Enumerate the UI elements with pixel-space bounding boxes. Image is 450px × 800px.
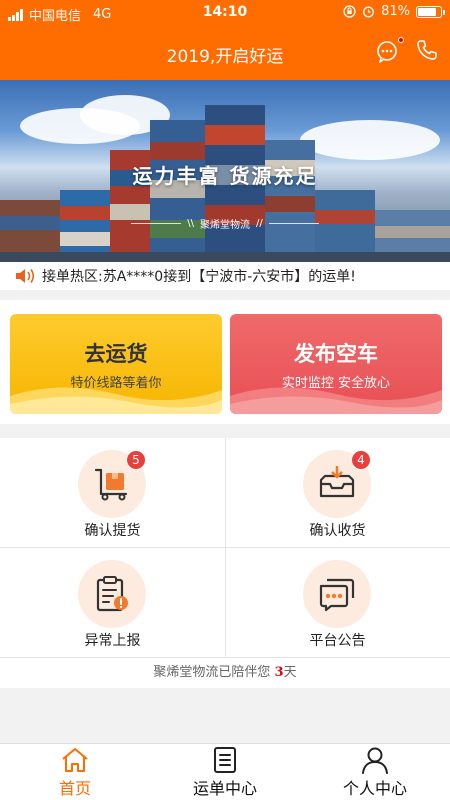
companion-note-prefix: 聚烯堂物流已陪伴您 [153, 665, 275, 680]
hero-banner[interactable]: 运力丰富 货源充足 \\ 聚烯堂物流 // [0, 80, 450, 262]
company-companion-note: 聚烯堂物流已陪伴您 3天 [0, 658, 450, 688]
waybill-icon [214, 747, 236, 773]
tab-label: 运单中心 [192, 779, 257, 798]
pickup-count-badge: 5 [126, 450, 146, 470]
grid-item-confirm-receipt[interactable]: 4 确认收货 [225, 438, 450, 547]
banner-slogan: 运力丰富 货源充足 [132, 164, 318, 188]
tab-waybill-center[interactable]: 运单中心 [150, 744, 300, 800]
tab-label: 个人中心 [342, 779, 407, 798]
bottom-tab-bar: 首页 运单中心 个人中心 [0, 743, 450, 800]
order-ticker[interactable]: 接单热区:苏A****0接到【宁波市-六安市】的运单! [0, 262, 450, 290]
grid-item-confirm-pickup[interactable]: 5 确认提货 [0, 438, 225, 547]
home-icon [62, 748, 88, 772]
user-icon [362, 747, 388, 774]
tab-home[interactable]: 首页 [0, 744, 150, 800]
grid-item-label: 平台公告 [309, 633, 366, 649]
banner-brand: \\ 聚烯堂物流 // [0, 216, 450, 231]
quick-actions: 去运货 特价线路等着你 发布空车 实时监控 安全放心 [0, 300, 450, 424]
grid-item-label: 确认收货 [309, 523, 366, 539]
alarm-icon [363, 6, 375, 18]
announcement-icon [319, 578, 355, 612]
grid-item-platform-announcement[interactable]: 平台公告 [225, 548, 450, 657]
grid-item-label: 异常上报 [84, 633, 141, 649]
companion-days: 3 [274, 665, 284, 680]
banner-brand-name: 聚烯堂物流 [200, 220, 250, 231]
function-grid: 5 确认提货 4 确认收货 异常上报 平台公告 [0, 438, 450, 658]
battery-icon [416, 5, 445, 18]
tab-label: 首页 [58, 779, 91, 798]
grid-item-exception-report[interactable]: 异常上报 [0, 548, 225, 657]
rotation-lock-icon [343, 5, 356, 18]
receipt-count-badge: 4 [351, 450, 371, 470]
pickup-cart-icon [94, 468, 128, 501]
phone-icon[interactable] [416, 39, 438, 67]
tab-personal-center[interactable]: 个人中心 [300, 744, 450, 800]
publish-empty-truck-button[interactable]: 发布空车 实时监控 安全放心 [230, 314, 442, 414]
speaker-icon [16, 269, 35, 283]
status-bar: 中国电信 4G 14:10 81% [0, 0, 450, 26]
unread-dot [398, 37, 404, 43]
grid-item-label: 确认提货 [84, 523, 141, 539]
nav-bar: 2019,开启好运 [0, 26, 450, 80]
message-icon[interactable] [376, 37, 404, 67]
receive-box-icon [319, 466, 355, 498]
companion-note-suffix: 天 [283, 665, 297, 680]
exception-report-icon [96, 576, 128, 612]
battery-percent: 81% [381, 4, 410, 19]
ship-goods-button[interactable]: 去运货 特价线路等着你 [10, 314, 222, 414]
publish-empty-truck-title: 发布空车 [294, 342, 378, 366]
ship-goods-title: 去运货 [84, 342, 148, 366]
ticker-text: 接单热区:苏A****0接到【宁波市-六安市】的运单! [42, 269, 356, 285]
